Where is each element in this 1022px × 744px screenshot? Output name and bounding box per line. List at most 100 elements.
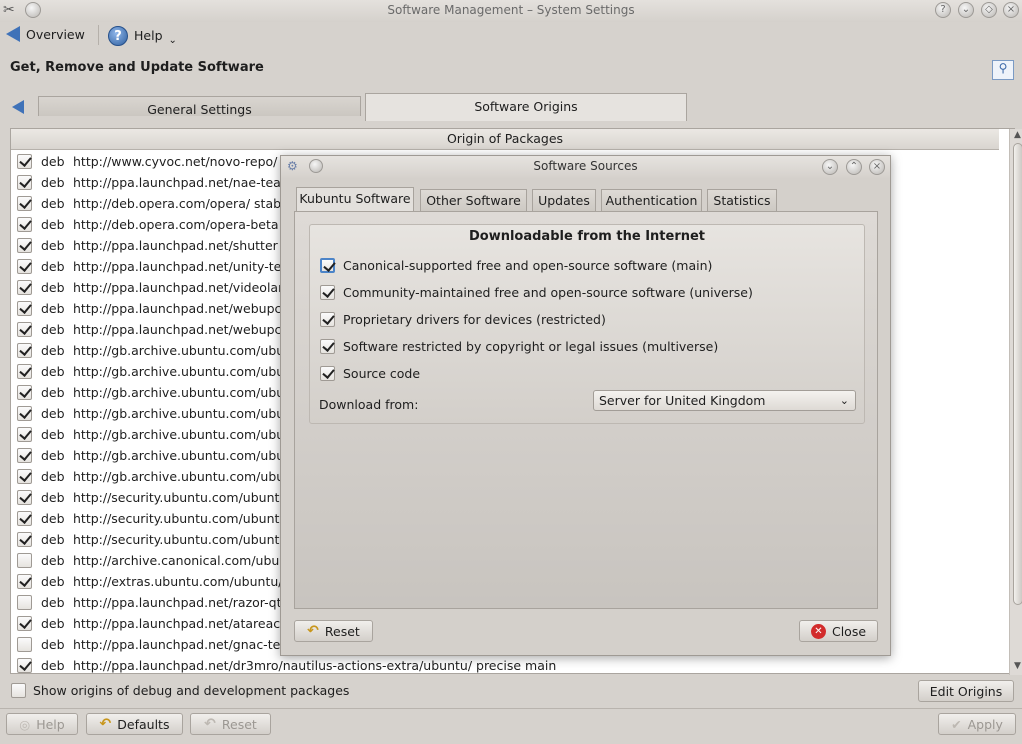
help-label: Help bbox=[134, 28, 163, 43]
tab-label: General Settings bbox=[147, 102, 252, 117]
origin-enabled-checkbox[interactable] bbox=[17, 259, 32, 274]
origin-enabled-checkbox[interactable] bbox=[17, 511, 32, 526]
dialog-minimize-icon[interactable]: ⌄ bbox=[822, 159, 838, 175]
help-button-label: Help bbox=[36, 716, 65, 732]
tab-back-arrow[interactable] bbox=[12, 100, 24, 117]
origin-type: deb bbox=[41, 616, 65, 631]
page-title: Get, Remove and Update Software bbox=[10, 60, 264, 75]
dialog-tab-label: Updates bbox=[538, 193, 590, 208]
debug-origins-toggle[interactable]: Show origins of debug and development pa… bbox=[11, 683, 349, 698]
apply-button[interactable]: ✔ Apply bbox=[938, 713, 1016, 735]
origin-enabled-checkbox[interactable] bbox=[17, 196, 32, 211]
dialog-reset-button[interactable]: ↶ Reset bbox=[294, 620, 373, 642]
help-icon: ? bbox=[108, 25, 128, 46]
origin-enabled-checkbox[interactable] bbox=[17, 280, 32, 295]
origin-enabled-checkbox[interactable] bbox=[17, 364, 32, 379]
option-universe[interactable]: Community-maintained free and open-sourc… bbox=[320, 285, 753, 300]
origin-enabled-checkbox[interactable] bbox=[17, 406, 32, 421]
origin-enabled-checkbox[interactable] bbox=[17, 616, 32, 631]
help-menu-button[interactable]: ? Help ⌄ bbox=[108, 25, 177, 46]
tab-label: Software Origins bbox=[474, 99, 578, 114]
download-from-label: Download from: bbox=[319, 397, 419, 412]
origin-enabled-checkbox[interactable] bbox=[17, 343, 32, 358]
vertical-scrollbar[interactable]: ▲ ▼ bbox=[1009, 129, 1022, 675]
origin-enabled-checkbox[interactable] bbox=[17, 427, 32, 442]
tab-updates[interactable]: Updates bbox=[532, 189, 596, 211]
overview-button[interactable]: Overview bbox=[6, 26, 85, 42]
origin-enabled-checkbox[interactable] bbox=[17, 574, 32, 589]
dialog-titlebar[interactable]: ⚙ Software Sources ⌄ ⌃ × bbox=[281, 156, 890, 178]
option-label: Source code bbox=[343, 366, 421, 381]
origin-enabled-checkbox[interactable] bbox=[17, 301, 32, 316]
origin-enabled-checkbox[interactable] bbox=[17, 532, 32, 547]
origin-enabled-checkbox[interactable] bbox=[17, 238, 32, 253]
origin-enabled-checkbox[interactable] bbox=[17, 154, 32, 169]
origin-type: deb bbox=[41, 217, 65, 232]
origin-type: deb bbox=[41, 364, 65, 379]
origin-type: deb bbox=[41, 448, 65, 463]
origin-url: http://gb.archive.ubuntu.com/ubu bbox=[73, 385, 285, 400]
origin-url: http://gb.archive.ubuntu.com/ubu bbox=[73, 343, 285, 358]
downloadable-group: Downloadable from the Internet Canonical… bbox=[309, 224, 865, 424]
module-info-icon[interactable]: ⚲ bbox=[992, 60, 1014, 80]
close-window-icon[interactable]: × bbox=[1003, 2, 1019, 18]
option-source-code[interactable]: Source code bbox=[320, 366, 420, 381]
tab-kubuntu-software[interactable]: Kubuntu Software bbox=[296, 187, 414, 211]
option-main-checkbox[interactable] bbox=[320, 258, 335, 273]
origin-enabled-checkbox[interactable] bbox=[17, 385, 32, 400]
origin-enabled-checkbox[interactable] bbox=[17, 595, 32, 610]
edit-origins-button[interactable]: Edit Origins bbox=[918, 680, 1014, 702]
origin-enabled-checkbox[interactable] bbox=[17, 217, 32, 232]
option-source-code-checkbox[interactable] bbox=[320, 366, 335, 381]
origin-enabled-checkbox[interactable] bbox=[17, 637, 32, 652]
dialog-maximize-icon[interactable]: ⌃ bbox=[846, 159, 862, 175]
apply-label: Apply bbox=[967, 716, 1003, 732]
origin-enabled-checkbox[interactable] bbox=[17, 469, 32, 484]
option-multiverse[interactable]: Software restricted by copyright or lega… bbox=[320, 339, 718, 354]
download-server-select[interactable]: Server for United Kingdom ⌄ bbox=[593, 390, 856, 411]
maximize-icon[interactable]: ◇ bbox=[981, 2, 997, 18]
tab-general-settings[interactable]: General Settings bbox=[38, 96, 361, 117]
group-title: Downloadable from the Internet bbox=[468, 229, 706, 244]
context-help-icon[interactable]: ? bbox=[935, 2, 951, 18]
origin-enabled-checkbox[interactable] bbox=[17, 175, 32, 190]
tab-statistics[interactable]: Statistics bbox=[707, 189, 777, 211]
option-multiverse-checkbox[interactable] bbox=[320, 339, 335, 354]
origin-enabled-checkbox[interactable] bbox=[17, 658, 32, 673]
undo-icon: ↶ bbox=[99, 716, 112, 732]
origin-enabled-checkbox[interactable] bbox=[17, 322, 32, 337]
option-universe-checkbox[interactable] bbox=[320, 285, 335, 300]
option-restricted[interactable]: Proprietary drivers for devices (restric… bbox=[320, 312, 606, 327]
origin-type: deb bbox=[41, 154, 65, 169]
option-restricted-checkbox[interactable] bbox=[320, 312, 335, 327]
help-button[interactable]: ◎ Help bbox=[6, 713, 78, 735]
origin-url: http://ppa.launchpad.net/nae-tea bbox=[73, 175, 281, 190]
reset-button[interactable]: ↶ Reset bbox=[190, 713, 271, 735]
origin-type: deb bbox=[41, 238, 65, 253]
defaults-label: Defaults bbox=[117, 716, 170, 732]
scroll-up-icon[interactable]: ▲ bbox=[1014, 130, 1021, 140]
origin-url: http://www.cyvoc.net/novo-repo/ s bbox=[73, 154, 288, 169]
debug-origins-checkbox[interactable] bbox=[11, 683, 26, 698]
minimize-icon[interactable]: ⌄ bbox=[958, 2, 974, 18]
table-row[interactable]: deb http://ppa.launchpad.net/dr3mro/nauti… bbox=[11, 655, 999, 676]
table-header-origin[interactable]: Origin of Packages bbox=[11, 129, 999, 150]
origin-enabled-checkbox[interactable] bbox=[17, 553, 32, 568]
origin-url: http://gb.archive.ubuntu.com/ubu bbox=[73, 469, 285, 484]
origin-url: http://gb.archive.ubuntu.com/ubu bbox=[73, 364, 285, 379]
origin-enabled-checkbox[interactable] bbox=[17, 490, 32, 505]
dialog-tab-label: Other Software bbox=[426, 193, 521, 208]
scroll-down-icon[interactable]: ▼ bbox=[1014, 661, 1021, 671]
origin-url: http://gb.archive.ubuntu.com/ubu bbox=[73, 448, 285, 463]
defaults-button[interactable]: ↶ Defaults bbox=[86, 713, 183, 735]
option-main[interactable]: Canonical-supported free and open-source… bbox=[320, 258, 712, 273]
origin-enabled-checkbox[interactable] bbox=[17, 448, 32, 463]
dialog-close-icon[interactable]: × bbox=[869, 159, 885, 175]
option-label: Canonical-supported free and open-source… bbox=[343, 258, 713, 273]
dialog-close-button[interactable]: ✕ Close bbox=[799, 620, 878, 642]
origin-type: deb bbox=[41, 301, 65, 316]
scrollbar-thumb[interactable] bbox=[1013, 143, 1022, 605]
tab-other-software[interactable]: Other Software bbox=[420, 189, 527, 211]
tab-software-origins[interactable]: Software Origins bbox=[365, 93, 687, 121]
tab-authentication[interactable]: Authentication bbox=[601, 189, 702, 211]
